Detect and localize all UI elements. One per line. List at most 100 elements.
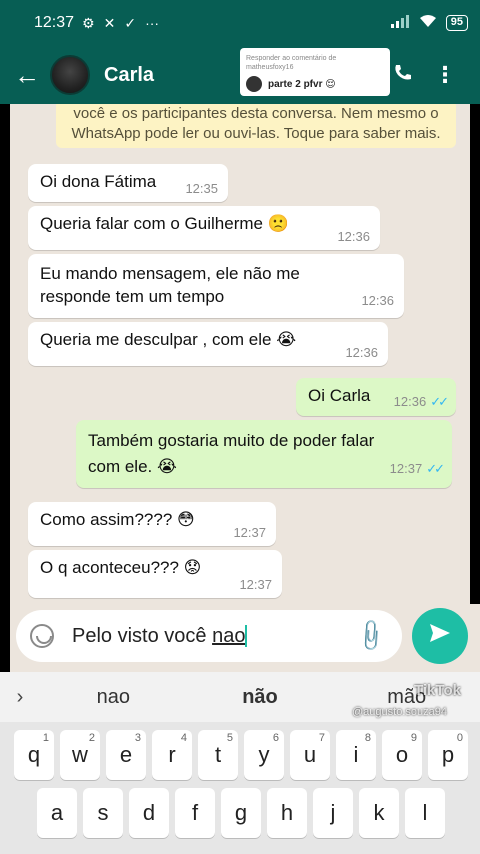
key-label: p (441, 742, 455, 767)
key-number-hint: 6 (272, 732, 279, 744)
sticker-avatar (246, 76, 262, 92)
input-text-current-word: nao (212, 624, 246, 647)
message-text: Oi Carla (308, 386, 371, 405)
message-bubble-in[interactable]: Queria me desculpar , com ele 😭 12:36 (28, 322, 388, 366)
more-options-icon[interactable]: ⋮ (434, 62, 456, 88)
key-o[interactable]: 9o (382, 730, 422, 780)
battery-indicator: 95 (445, 15, 468, 31)
tiktok-watermark: TikTok (414, 682, 461, 699)
message-bubble-out[interactable]: Também gostaria muito de poder falar com… (76, 420, 452, 488)
key-number-hint: 0 (456, 732, 463, 744)
key-r[interactable]: 4r (152, 730, 192, 780)
text-cursor (245, 625, 248, 648)
message-input[interactable]: Pelo visto você nao 📎 (16, 610, 402, 662)
key-y[interactable]: 6y (244, 730, 284, 780)
read-receipt-icon: ✓✓ (430, 394, 449, 409)
message-text: Também gostaria muito de poder falar com… (88, 431, 375, 476)
key-number-hint: 8 (364, 732, 371, 744)
key-d[interactable]: d (129, 788, 169, 838)
key-label: l (422, 800, 428, 825)
key-h[interactable]: h (267, 788, 307, 838)
message-time: 12:37 (233, 525, 266, 540)
message-input-text[interactable]: Pelo visto você nao (72, 624, 248, 648)
composer-bar: Pelo visto você nao 📎 (10, 604, 480, 672)
key-label: d (142, 800, 156, 825)
key-t[interactable]: 5t (198, 730, 238, 780)
key-i[interactable]: 8i (336, 730, 376, 780)
send-button[interactable] (412, 608, 468, 664)
key-j[interactable]: j (313, 788, 353, 838)
key-label: j (330, 800, 336, 825)
message-text: O q aconteceu??? 😟 (40, 558, 202, 577)
more-notifications-icon: ··· (145, 15, 160, 31)
sticker-reply-text: parte 2 pfvr 😌 (268, 78, 336, 90)
key-k[interactable]: k (359, 788, 399, 838)
input-text-prefix: Pelo visto você (72, 624, 213, 647)
message-time: 12:36 (361, 293, 394, 308)
key-s[interactable]: s (83, 788, 123, 838)
key-number-hint: 5 (226, 732, 233, 744)
key-l[interactable]: l (405, 788, 445, 838)
suggestion-item[interactable]: não (187, 686, 334, 709)
call-icon[interactable] (392, 63, 412, 88)
message-bubble-in[interactable]: O q aconteceu??? 😟 12:37 (28, 550, 282, 598)
key-p[interactable]: 0p (428, 730, 468, 780)
key-label: t (214, 742, 222, 767)
key-label: h (280, 800, 294, 825)
message-time: 12:35 (185, 181, 218, 196)
paperclip-icon[interactable]: 📎 (351, 617, 389, 655)
key-number-hint: 3 (134, 732, 141, 744)
key-label: e (119, 742, 133, 767)
chevron-right-icon[interactable]: › (0, 686, 40, 709)
read-receipt-icon: ✓✓ (426, 461, 445, 476)
key-label: r (168, 742, 176, 767)
encryption-notice[interactable]: você e os participantes desta conversa. … (56, 104, 456, 148)
sticker-caption: Responder ao comentário de (246, 55, 337, 62)
key-q[interactable]: 1q (14, 730, 54, 780)
key-label: q (27, 742, 41, 767)
message-text: Queria falar com o Guilherme 🙁 (40, 214, 289, 233)
key-label: a (50, 800, 64, 825)
message-bubble-in[interactable]: Oi dona Fátima 12:35 (28, 164, 228, 202)
chat-area[interactable]: você e os participantes desta conversa. … (10, 104, 470, 604)
message-time: 12:36 (345, 345, 378, 360)
key-label: i (353, 742, 359, 767)
key-label: u (303, 742, 317, 767)
message-time: 12:36 (393, 394, 427, 409)
key-number-hint: 9 (410, 732, 417, 744)
contact-avatar[interactable] (50, 55, 90, 95)
key-label: f (191, 800, 199, 825)
message-bubble-in[interactable]: Queria falar com o Guilherme 🙁 12:36 (28, 206, 380, 250)
send-icon (428, 621, 452, 652)
key-f[interactable]: f (175, 788, 215, 838)
suggestion-item[interactable]: nao (40, 686, 187, 709)
message-time: 12:36 (337, 229, 370, 244)
wifi-icon (418, 14, 438, 33)
mute-icon: ✕ (103, 14, 116, 31)
message-text: Eu mando mensagem, ele não me responde t… (40, 264, 300, 306)
key-label: g (234, 800, 248, 825)
message-text: Como assim???? 😳 (40, 510, 195, 529)
key-w[interactable]: 2w (60, 730, 100, 780)
key-number-hint: 2 (88, 732, 95, 744)
check-icon: ✓ (124, 14, 137, 31)
key-label: o (395, 742, 409, 767)
message-bubble-out[interactable]: Oi Carla 12:36 ✓✓ (296, 378, 456, 416)
emoji-icon[interactable] (30, 624, 54, 648)
key-g[interactable]: g (221, 788, 261, 838)
key-a[interactable]: a (37, 788, 77, 838)
message-time: 12:37 (239, 577, 272, 592)
message-text: Queria me desculpar , com ele 😭 (40, 330, 297, 349)
key-e[interactable]: 3e (106, 730, 146, 780)
contact-name[interactable]: Carla (104, 64, 154, 87)
status-notification-icons: ⚙ ✕ ✓ ··· (82, 15, 159, 32)
message-bubble-in[interactable]: Eu mando mensagem, ele não me responde t… (28, 254, 404, 318)
key-label: s (97, 800, 109, 825)
sticker-username: matheusfoxy16 (246, 64, 294, 71)
key-number-hint: 7 (318, 732, 325, 744)
message-bubble-in[interactable]: Como assim???? 😳 12:37 (28, 502, 276, 546)
key-u[interactable]: 7u (290, 730, 330, 780)
back-arrow-icon[interactable]: ← (14, 62, 50, 88)
key-label: y (258, 742, 270, 767)
key-number-hint: 1 (42, 732, 49, 744)
